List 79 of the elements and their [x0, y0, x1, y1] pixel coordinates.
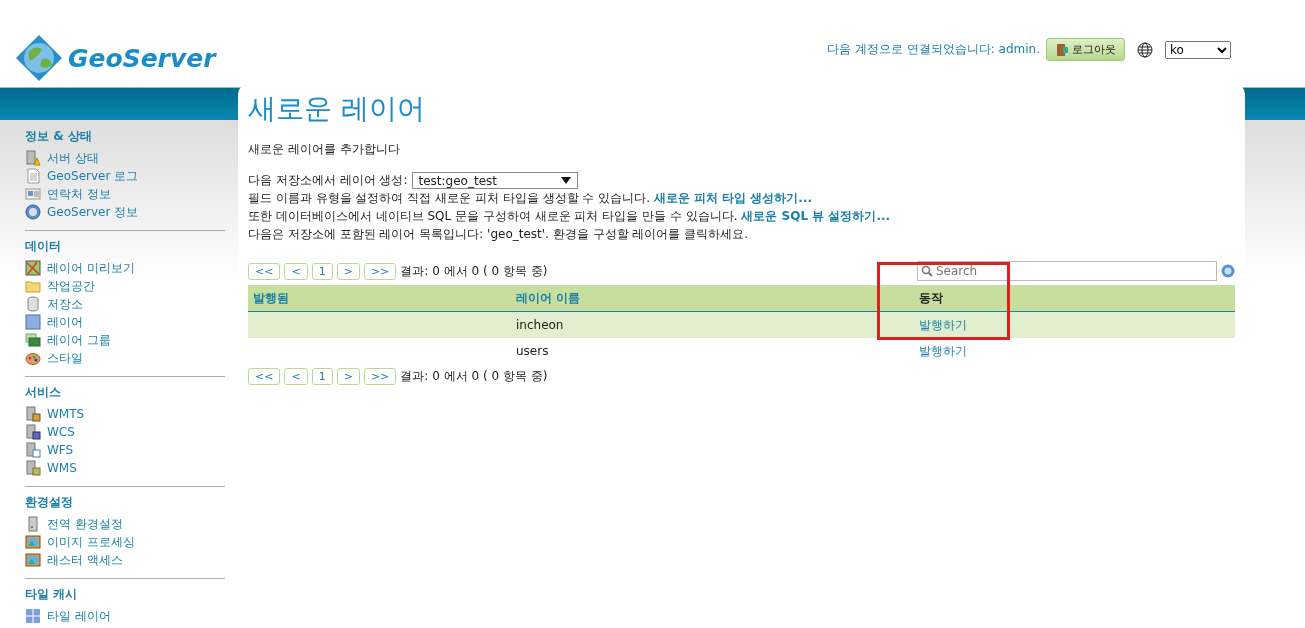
sidebar-item[interactable]: 레이어	[25, 313, 225, 331]
new-feature-type-link[interactable]: 새로운 피처 타입 생성하기...	[653, 191, 812, 205]
pager-button[interactable]: >	[336, 368, 360, 385]
sidebar-heading: 타일 캐시	[25, 586, 79, 603]
sidebar-item[interactable]: GeoServer 로그	[25, 167, 225, 185]
picture-frame-icon	[25, 534, 41, 550]
page-title: 새로운 레이어	[248, 91, 426, 127]
sql-view-link[interactable]: 새로운 SQL 뷰 설정하기...	[741, 209, 891, 223]
layer-name-cell: users	[511, 338, 914, 364]
server-warning-icon	[25, 150, 41, 166]
pager-button[interactable]: <	[284, 262, 308, 280]
globe-logo-icon	[14, 33, 64, 83]
sidebar-heading: 환경설정	[25, 494, 74, 511]
sidebar-item[interactable]: 서버 상태	[25, 149, 225, 167]
search-field[interactable]: Search	[917, 261, 1217, 281]
document-icon	[25, 168, 41, 184]
language-select[interactable]: ko	[1165, 40, 1231, 59]
dropdown-arrow-icon	[560, 177, 571, 184]
server-icon	[25, 442, 41, 458]
database-icon	[25, 296, 41, 312]
layer-icon	[25, 314, 41, 330]
help-icon[interactable]	[1221, 264, 1235, 278]
sidebar-heading: 정보 & 상태	[25, 128, 93, 145]
sidebar-heading: 서비스	[25, 384, 62, 401]
server-icon	[25, 516, 41, 532]
pager-button[interactable]: >	[336, 262, 360, 280]
server-icon	[25, 424, 41, 440]
server-icon	[25, 460, 41, 476]
logo-text: GeoServer	[68, 43, 216, 73]
store-select[interactable]: test:geo_test	[411, 172, 578, 189]
store-label: 다음 저장소에서 레이어 생성:	[248, 172, 408, 189]
login-status: 다음 계정으로 연결되었습니다: admin.	[827, 41, 1040, 58]
pager-button[interactable]: <	[284, 368, 308, 385]
sidebar-item[interactable]: 레이어 그룹	[25, 331, 225, 349]
pager-button[interactable]: <<	[248, 262, 281, 280]
tile-grid-icon	[25, 608, 41, 624]
palette-icon	[25, 350, 41, 366]
globe-icon	[1137, 41, 1153, 58]
sidebar-heading: 데이터	[25, 238, 62, 255]
pager-button[interactable]: <<	[248, 368, 281, 385]
sidebar-item[interactable]: 래스터 액세스	[25, 551, 225, 569]
contact-card-icon	[25, 186, 41, 202]
picture-frame-icon	[25, 552, 41, 568]
info-icon	[25, 204, 41, 220]
description-text: 필드 이름과 유형을 설정하여 직접 새로운 피처 타입을 생성할 수 있습니다.	[248, 191, 650, 205]
sidebar-item[interactable]: 레이어 미리보기	[25, 259, 225, 277]
pager-status: 결과: 0 에서 0 ( 0 항목 중)	[400, 368, 548, 385]
server-icon	[25, 406, 41, 422]
folder-icon	[25, 278, 41, 294]
description-text: 다음은 저장소에 포함된 레이어 목록입니다: 'geo_test'. 환경을 구성할 레이어를 클릭하세요.	[248, 226, 749, 243]
sidebar-item[interactable]: WMS	[25, 459, 225, 477]
sidebar-item[interactable]: 스타일	[25, 349, 225, 367]
sidebar-item[interactable]: WFS	[25, 441, 225, 459]
pager-button[interactable]: 1	[311, 368, 333, 385]
map-icon	[25, 260, 41, 276]
sidebar-item[interactable]: 작업공간	[25, 277, 225, 295]
publish-link[interactable]: 발행하기	[919, 343, 967, 358]
pager-status: 결과: 0 에서 0 ( 0 항목 중)	[400, 262, 548, 280]
layer-group-icon	[25, 332, 41, 348]
sidebar-item[interactable]: 연락처 정보	[25, 185, 225, 203]
column-header[interactable]: 레이어 이름	[511, 285, 914, 312]
door-icon	[1055, 42, 1069, 57]
sidebar-item[interactable]: 저장소	[25, 295, 225, 313]
pager-button[interactable]: 1	[311, 262, 333, 280]
sidebar-item[interactable]: 이미지 프로세싱	[25, 533, 225, 551]
layer-name-cell: incheon	[511, 311, 914, 338]
sidebar-item[interactable]: WMTS	[25, 405, 225, 423]
description-text: 또한 데이터베이스에서 네이티브 SQL 문을 구성하여 새로운 피처 타입을 만들 수 있습니다.	[248, 209, 738, 223]
column-header: 동작	[914, 285, 1235, 312]
sidebar-item[interactable]: 전역 환경설정	[25, 515, 225, 533]
logout-button[interactable]: 로그아웃	[1046, 38, 1125, 61]
column-header[interactable]: 발행됨	[248, 285, 511, 312]
sidebar-item[interactable]: GeoServer 정보	[25, 203, 225, 221]
sidebar-item[interactable]: 타일 레이어	[25, 607, 225, 625]
pager-button[interactable]: >>	[363, 368, 397, 385]
pager-button[interactable]: >>	[363, 262, 397, 280]
publish-link[interactable]: 발행하기	[919, 317, 967, 332]
page-description: 새로운 레이어를 추가합니다	[248, 141, 401, 158]
sidebar-item[interactable]: WCS	[25, 423, 225, 441]
